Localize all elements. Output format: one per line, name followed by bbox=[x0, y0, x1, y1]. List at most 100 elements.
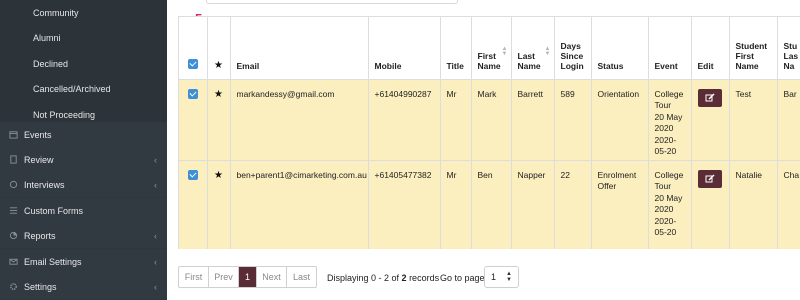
chevron-left-icon: ‹ bbox=[154, 256, 157, 267]
sidebar-item-settings[interactable]: Settings ‹ bbox=[0, 274, 167, 299]
event-line: College bbox=[654, 169, 684, 180]
cell-mobile: +61405477382 bbox=[368, 160, 441, 249]
records-table: ★ Email Mobile Title First Name ▲ ▼ Last Na… bbox=[178, 16, 800, 249]
header-label: Title bbox=[446, 60, 464, 71]
cell-student-last-name: Bar bbox=[777, 79, 800, 161]
header-label: Name bbox=[477, 60, 501, 71]
row-checkbox[interactable] bbox=[187, 88, 198, 99]
page-last-button[interactable]: Last bbox=[287, 267, 316, 287]
header-label: First bbox=[477, 50, 496, 61]
sidebar-subitem-label: Alumni bbox=[33, 33, 61, 44]
header-days-since-login[interactable]: Days Since Login bbox=[554, 17, 592, 80]
star-icon[interactable]: ★ bbox=[214, 89, 223, 100]
cell-title: Mr bbox=[440, 160, 472, 249]
sidebar-item-label: Interviews bbox=[24, 179, 65, 190]
page-next-button[interactable]: Next bbox=[257, 267, 287, 287]
cell-first-name: Mark bbox=[471, 79, 512, 161]
cell-edit bbox=[691, 79, 730, 161]
edit-icon bbox=[705, 174, 715, 182]
gear-icon bbox=[8, 282, 18, 292]
goto-page-select[interactable]: 1 ▲ ▼ bbox=[484, 266, 519, 288]
header-label: Event bbox=[654, 60, 678, 71]
header-first-name[interactable]: First Name ▲ ▼ bbox=[471, 17, 512, 80]
search-input[interactable] bbox=[206, 0, 458, 4]
header-student-last-name[interactable]: StuLasNa ▲▼ bbox=[777, 17, 800, 80]
pagination: First Prev 1 Next Last bbox=[178, 266, 317, 288]
page-current-button[interactable]: 1 bbox=[239, 267, 257, 287]
edit-button[interactable] bbox=[698, 169, 722, 188]
records-summary-suffix: records bbox=[406, 273, 440, 283]
header-label: Mobile bbox=[374, 60, 402, 71]
header-title[interactable]: Title bbox=[440, 17, 472, 80]
cell-status: Enrolment Offer bbox=[591, 160, 649, 249]
page-first-button[interactable]: First bbox=[179, 267, 209, 287]
event-line: 2020 bbox=[654, 123, 674, 133]
header-email[interactable]: Email bbox=[230, 17, 369, 80]
envelope-icon bbox=[8, 257, 18, 267]
event-line: 2020- bbox=[654, 134, 677, 145]
header-label: Student bbox=[735, 40, 768, 51]
sidebar: Community Alumni Declined Cancelled/Arch… bbox=[0, 0, 167, 300]
cell-last-name: Barrett bbox=[511, 79, 555, 161]
sidebar-item-review[interactable]: Review ‹ bbox=[0, 147, 167, 172]
edit-button[interactable] bbox=[698, 88, 722, 107]
table-row[interactable]: ★ ben+parent1@cimarketing.com.au +614054… bbox=[179, 160, 800, 249]
cell-status: Orientation bbox=[591, 79, 649, 161]
header-status[interactable]: Status bbox=[591, 17, 649, 80]
sidebar-item-events[interactable]: Events bbox=[0, 122, 167, 147]
header-student-first-name[interactable]: Student First Name bbox=[729, 17, 778, 80]
sidebar-item-email-settings[interactable]: Email Settings ‹ bbox=[0, 249, 167, 274]
sidebar-subitem-declined[interactable]: Declined bbox=[0, 51, 167, 77]
sidebar-item-label: Events bbox=[24, 129, 52, 140]
sidebar-item-label: Review bbox=[24, 154, 54, 165]
header-select-all[interactable] bbox=[179, 17, 208, 80]
header-label: Last bbox=[517, 50, 535, 61]
header-label: Stu bbox=[783, 40, 798, 51]
cell-event: College Tour 20 May 2020 2020- 05-20 bbox=[648, 79, 692, 161]
cell-student-last-name: Cha bbox=[777, 160, 800, 249]
sidebar-item-reports[interactable]: Reports ‹ bbox=[0, 223, 167, 248]
header-label: Name bbox=[517, 60, 541, 71]
document-icon bbox=[8, 155, 18, 165]
cell-event: College Tour 20 May 2020 2020- 05-20 bbox=[648, 160, 692, 249]
row-checkbox[interactable] bbox=[187, 169, 198, 180]
header-label: Days bbox=[560, 40, 581, 51]
sidebar-subitem-alumni[interactable]: Alumni bbox=[0, 25, 167, 51]
table-header-row: ★ Email Mobile Title First Name ▲ ▼ Last Na… bbox=[179, 17, 800, 80]
sort-icon[interactable]: ▲ ▼ bbox=[502, 46, 508, 57]
cell-days-since-login: 589 bbox=[554, 79, 592, 161]
select-arrows-icon: ▲ ▼ bbox=[506, 271, 512, 283]
page-prev-button[interactable]: Prev bbox=[209, 267, 239, 287]
header-star: ★ bbox=[207, 17, 231, 80]
records-summary-prefix: Displaying 0 - 2 of bbox=[327, 273, 402, 283]
header-label: Las bbox=[783, 50, 799, 61]
chevron-left-icon: ‹ bbox=[154, 179, 157, 190]
event-line: 2020 bbox=[654, 204, 674, 214]
sidebar-item-label: Settings bbox=[24, 281, 57, 292]
header-label: Name bbox=[735, 60, 759, 71]
sort-icon[interactable]: ▲ ▼ bbox=[545, 46, 551, 57]
row-star-cell[interactable]: ★ bbox=[207, 160, 231, 249]
header-label: Since bbox=[560, 50, 584, 61]
calendar-icon bbox=[8, 130, 18, 140]
header-last-name[interactable]: Last Name ▲ ▼ bbox=[511, 17, 555, 80]
sidebar-item-interviews[interactable]: Interviews ‹ bbox=[0, 172, 167, 197]
sidebar-item-custom-forms[interactable]: Custom Forms bbox=[0, 198, 167, 223]
cell-first-name: Ben bbox=[471, 160, 512, 249]
cell-title: Mr bbox=[440, 79, 472, 161]
sidebar-subitem-community[interactable]: Community bbox=[0, 0, 167, 26]
row-star-cell[interactable]: ★ bbox=[207, 79, 231, 161]
header-event[interactable]: Event bbox=[648, 17, 692, 80]
records-summary: Displaying 0 - 2 of 2 records bbox=[327, 273, 439, 283]
sidebar-subitem-cancelled-archived[interactable]: Cancelled/Archived bbox=[0, 76, 167, 102]
row-select-cell[interactable] bbox=[179, 79, 208, 161]
edit-icon bbox=[705, 93, 715, 101]
goto-page-label: Go to page: bbox=[440, 273, 488, 283]
cell-student-first-name: Test bbox=[729, 79, 778, 161]
row-select-cell[interactable] bbox=[179, 160, 208, 249]
select-all-checkbox[interactable] bbox=[187, 58, 198, 69]
header-mobile[interactable]: Mobile bbox=[368, 17, 441, 80]
star-icon[interactable]: ★ bbox=[214, 170, 223, 181]
list-icon bbox=[8, 206, 18, 216]
table-row[interactable]: ★ markandessy@gmail.com +61404990287 Mr … bbox=[179, 79, 800, 161]
